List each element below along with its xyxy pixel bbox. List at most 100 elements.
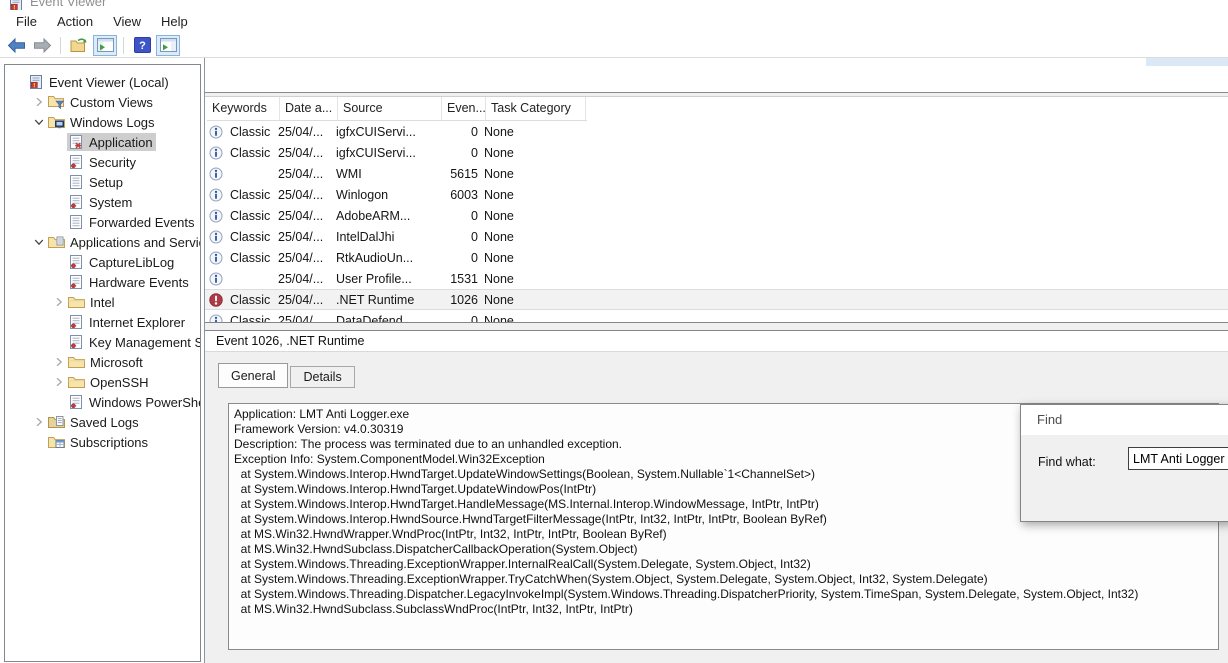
sidebar-item-applications-and-services[interactable]: Applications and Services bbox=[5, 232, 200, 252]
sidebar-item-saved-logs[interactable]: Saved Logs bbox=[5, 412, 200, 432]
sidebar-item-system[interactable]: System bbox=[5, 192, 200, 212]
column-header-keywords[interactable]: Keywords bbox=[207, 97, 280, 120]
log-name: Application bbox=[216, 71, 287, 87]
tree-item-body: System bbox=[67, 193, 135, 211]
column-header-source[interactable]: Source bbox=[338, 97, 442, 120]
column-header-date-a[interactable]: Date a... bbox=[280, 97, 338, 120]
information-level-icon bbox=[209, 272, 223, 286]
tab-details[interactable]: Details bbox=[290, 366, 355, 388]
menu-view[interactable]: View bbox=[103, 11, 151, 32]
sidebar-item-forwarded-events[interactable]: Forwarded Events bbox=[5, 212, 200, 232]
tree-item-label: Saved Logs bbox=[70, 414, 139, 430]
tree-item-body: Security bbox=[67, 153, 139, 171]
date-cell: 25/04/... bbox=[278, 292, 324, 307]
sidebar-item-windows-powershell[interactable]: Windows PowerShell bbox=[5, 392, 200, 412]
sidebar-item-captureliblog[interactable]: CaptureLibLog bbox=[5, 252, 200, 272]
sidebar-item-intel[interactable]: Intel bbox=[5, 292, 200, 312]
menu-action[interactable]: Action bbox=[47, 11, 103, 32]
open-saved-log-button[interactable] bbox=[67, 35, 91, 56]
keyword-text: Classic bbox=[230, 250, 271, 265]
event-row[interactable]: Classic 25/04/... .NET Runtime 1026 None bbox=[205, 289, 1228, 310]
tree-item-body: Internet Explorer bbox=[67, 313, 188, 331]
window-title: Event Viewer bbox=[30, 0, 107, 9]
sidebar-item-event-viewer-local[interactable]: Event Viewer (Local) bbox=[5, 72, 200, 92]
sidebar-item-setup[interactable]: Setup bbox=[5, 172, 200, 192]
collapsed-expander-icon[interactable] bbox=[51, 357, 67, 367]
date-cell: 25/04/... bbox=[278, 313, 324, 323]
sidebar-item-security[interactable]: Security bbox=[5, 152, 200, 172]
window-titlebar[interactable]: Event Viewer bbox=[0, 0, 1228, 10]
sidebar-item-microsoft[interactable]: Microsoft bbox=[5, 352, 200, 372]
find-dialog-titlebar[interactable]: Find bbox=[1021, 405, 1228, 435]
event-id-cell: 0 bbox=[471, 145, 478, 160]
top-sliver bbox=[205, 58, 1228, 66]
task-category-cell: None bbox=[484, 313, 514, 323]
expanded-expander-icon[interactable] bbox=[31, 117, 47, 127]
tree-item-body: OpenSSH bbox=[67, 374, 152, 391]
toggle-console-tree-button[interactable] bbox=[93, 34, 117, 56]
collapsed-expander-icon[interactable] bbox=[31, 97, 47, 107]
event-list: Classic 25/04/... igfxCUIServi... 0 None Clas… bbox=[205, 121, 1228, 322]
tree-item-label: Windows Logs bbox=[70, 114, 155, 130]
keywords-cell bbox=[205, 167, 278, 181]
back-button[interactable] bbox=[4, 35, 28, 56]
sidebar-item-windows-logs[interactable]: Windows Logs bbox=[5, 112, 200, 132]
menu-help[interactable]: Help bbox=[151, 11, 198, 32]
event-row[interactable]: Classic 25/04/... DataDefend... 0 None bbox=[205, 310, 1228, 322]
collapsed-expander-icon[interactable] bbox=[51, 377, 67, 387]
keywords-cell: Classic bbox=[205, 125, 278, 139]
toolbar: ? bbox=[0, 33, 1228, 58]
date-cell: 25/04/... bbox=[278, 229, 324, 244]
event-row[interactable]: Classic 25/04/... IntelDalJhi 0 None bbox=[205, 226, 1228, 247]
sidebar-item-internet-explorer[interactable]: Internet Explorer bbox=[5, 312, 200, 332]
folder-icon bbox=[68, 295, 85, 309]
event-row[interactable]: Classic 25/04/... Winlogon 6003 None bbox=[205, 184, 1228, 205]
horizontal-splitter[interactable] bbox=[205, 322, 1228, 331]
tree-selection: Application bbox=[67, 133, 156, 151]
event-row[interactable]: 25/04/... WMI 5615 None bbox=[205, 163, 1228, 184]
sidebar-item-custom-views[interactable]: Custom Views bbox=[5, 92, 200, 112]
action-pane-icon bbox=[159, 38, 177, 52]
event-row[interactable]: Classic 25/04/... igfxCUIServi... 0 None bbox=[205, 121, 1228, 142]
tree-item-body: Applications and Services bbox=[47, 234, 200, 251]
event-row[interactable]: Classic 25/04/... igfxCUIServi... 0 None bbox=[205, 142, 1228, 163]
event-id-cell: 5615 bbox=[450, 166, 478, 181]
sidebar-item-application[interactable]: Application bbox=[5, 132, 200, 152]
sidebar-item-hardware-events[interactable]: Hardware Events bbox=[5, 272, 200, 292]
information-level-icon bbox=[209, 146, 223, 160]
keywords-cell: Classic bbox=[205, 293, 278, 307]
sidebar-item-key-management-serv[interactable]: Key Management Serv bbox=[5, 332, 200, 352]
event-row[interactable]: Classic 25/04/... RtkAudioUn... 0 None bbox=[205, 247, 1228, 268]
find-what-input[interactable] bbox=[1128, 447, 1228, 470]
expanded-expander-icon[interactable] bbox=[31, 237, 47, 247]
collapsed-expander-icon[interactable] bbox=[51, 297, 67, 307]
toolbar-separator bbox=[60, 36, 61, 54]
column-header-even[interactable]: Even... bbox=[442, 97, 486, 120]
tab-general[interactable]: General bbox=[218, 363, 289, 388]
event-row[interactable]: Classic 25/04/... AdobeARM... 0 None bbox=[205, 205, 1228, 226]
task-category-cell: None bbox=[484, 145, 514, 160]
column-header-task-category[interactable]: Task Category bbox=[486, 97, 586, 120]
help-button[interactable]: ? bbox=[130, 35, 154, 56]
keywords-cell: Classic bbox=[205, 146, 278, 160]
menu-file[interactable]: File bbox=[6, 11, 47, 32]
information-level-icon bbox=[209, 209, 223, 223]
svg-text:?: ? bbox=[139, 40, 146, 52]
keyword-text: Classic bbox=[230, 292, 271, 307]
event-id-cell: 0 bbox=[471, 313, 478, 323]
tree-item-body: Custom Views bbox=[47, 94, 156, 111]
event-row[interactable]: 25/04/... User Profile... 1531 None bbox=[205, 268, 1228, 289]
event-id-cell: 0 bbox=[471, 208, 478, 223]
windows-logs-folder-icon bbox=[48, 115, 65, 130]
console-tree-sidebar: Event Viewer (Local) Custom Views Windows … bbox=[4, 64, 201, 662]
date-cell: 25/04/... bbox=[278, 124, 324, 139]
forward-button[interactable] bbox=[30, 35, 54, 56]
collapsed-expander-icon[interactable] bbox=[31, 417, 47, 427]
event-log-app-icon bbox=[68, 134, 84, 150]
tree-item-body: Event Viewer (Local) bbox=[27, 73, 172, 91]
toggle-action-pane-button[interactable] bbox=[156, 34, 180, 56]
sidebar-item-openssh[interactable]: OpenSSH bbox=[5, 372, 200, 392]
sidebar-item-subscriptions[interactable]: Subscriptions bbox=[5, 432, 200, 452]
tree-item-body: Windows PowerShell bbox=[67, 393, 200, 411]
tree-item-label: CaptureLibLog bbox=[89, 254, 175, 270]
